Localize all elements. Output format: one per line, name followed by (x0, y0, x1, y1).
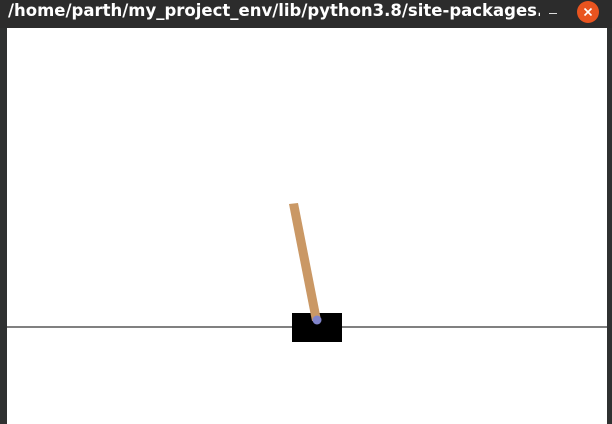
app-window: /home/parth/my_project_env/lib/python3.8… (0, 0, 612, 424)
render-canvas (7, 28, 607, 424)
window-border-left (0, 28, 7, 424)
window-title: /home/parth/my_project_env/lib/python3.8… (8, 1, 540, 20)
minimize-button[interactable] (542, 2, 564, 24)
window-border-right (607, 28, 612, 424)
pole (289, 203, 321, 321)
axle (312, 315, 322, 325)
cartpole-scene (7, 203, 607, 342)
close-icon (583, 7, 593, 17)
title-bar[interactable]: /home/parth/my_project_env/lib/python3.8… (0, 0, 612, 29)
minimize-icon (549, 13, 557, 14)
close-button[interactable] (577, 1, 599, 23)
